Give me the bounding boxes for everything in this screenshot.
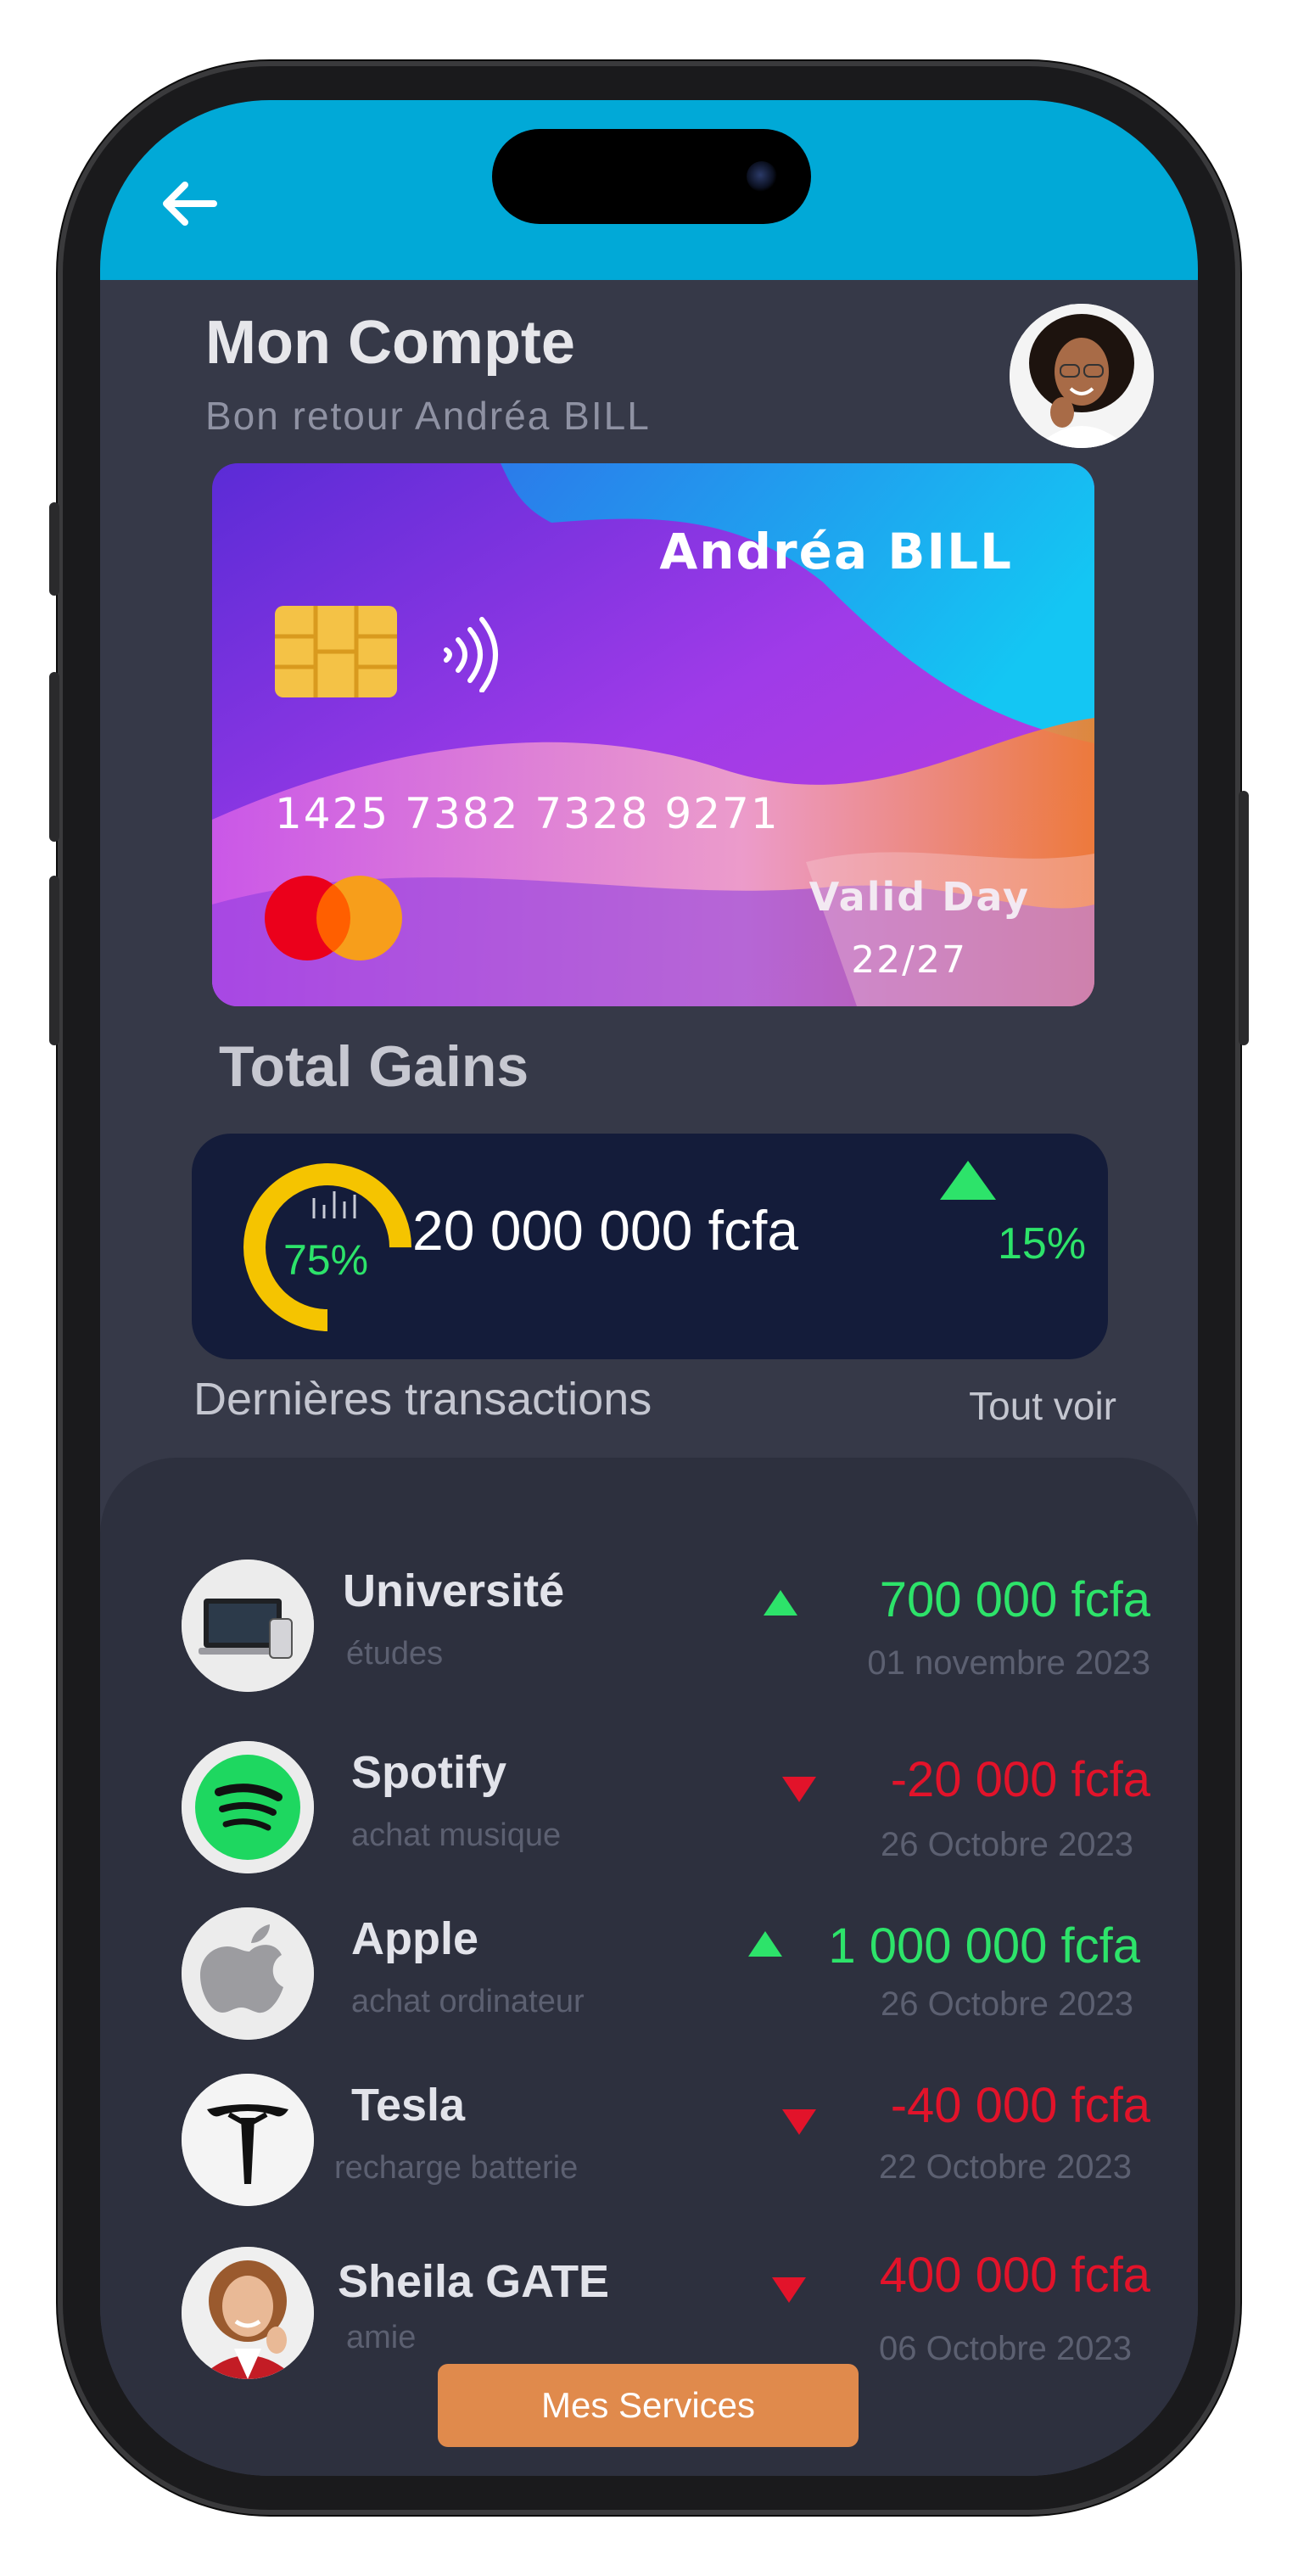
arrow-down-icon	[782, 2109, 816, 2135]
volume-down-button	[49, 876, 59, 1045]
welcome-subtitle: Bon retour Andréa BILL	[205, 394, 651, 438]
contact-avatar	[182, 2247, 314, 2379]
back-arrow-icon[interactable]	[159, 178, 219, 229]
transaction-category: recharge batterie	[334, 2150, 579, 2186]
transaction-date: 22 Octobre 2023	[879, 2148, 1132, 2186]
transaction-name: Apple	[351, 1913, 479, 1964]
page-title: Mon Compte	[205, 309, 575, 377]
transactions-header: Dernières transactions	[193, 1374, 652, 1425]
transaction-date: 26 Octobre 2023	[881, 1826, 1133, 1863]
valid-date: 22/27	[851, 938, 967, 982]
bar-chart-icon	[312, 1191, 356, 1218]
tesla-icon	[182, 2074, 314, 2206]
camera-icon	[747, 161, 777, 192]
laptop-phone-icon	[182, 1560, 314, 1692]
chip-icon	[275, 606, 397, 697]
bank-card[interactable]: Andréa BILL 1425 7382 7328 9271 Valid Da…	[212, 463, 1094, 1006]
power-button	[1239, 791, 1249, 1045]
app-screen: Mon Compte Bon retour Andréa BILL Andréa…	[100, 100, 1198, 2476]
arrow-up-icon	[764, 1590, 797, 1616]
mute-switch	[49, 502, 59, 596]
gains-amount: 20 000 000 fcfa	[412, 1199, 799, 1262]
transaction-name: Sheila GATE	[338, 2256, 610, 2307]
transaction-name: Spotify	[351, 1747, 506, 1798]
transaction-amount: 400 000 fcfa	[879, 2248, 1150, 2303]
arrow-down-icon	[782, 1777, 816, 1802]
services-button[interactable]: Mes Services	[438, 2364, 859, 2447]
arrow-down-icon	[772, 2277, 806, 2303]
gains-panel: 75% 20 000 000 fcfa 15%	[192, 1134, 1108, 1359]
top-bar	[100, 100, 1198, 280]
progress-percent: 75%	[283, 1236, 369, 1284]
transaction-category: achat musique	[351, 1817, 562, 1853]
spotify-icon	[182, 1741, 314, 1873]
transaction-name: Tesla	[351, 2080, 466, 2131]
transaction-category: études	[346, 1636, 444, 1672]
valid-label: Valid Day	[808, 874, 1030, 920]
arrow-up-icon	[748, 1931, 782, 1957]
transaction-date: 06 Octobre 2023	[879, 2330, 1132, 2367]
contactless-icon	[444, 617, 498, 692]
card-holder-name: Andréa BILL	[659, 523, 1013, 580]
volume-up-button	[49, 672, 59, 842]
transaction-row[interactable]: Tesla recharge batterie -40 000 fcfa 22 …	[100, 2074, 1198, 2226]
transaction-row[interactable]: Apple achat ordinateur 1 000 000 fcfa 26…	[100, 1907, 1198, 2060]
dynamic-island	[492, 129, 811, 224]
transaction-category: amie	[346, 2320, 417, 2355]
transaction-row[interactable]: Spotify achat musique -20 000 fcfa 26 Oc…	[100, 1741, 1198, 1894]
card-number: 1425 7382 7328 9271	[275, 789, 780, 838]
transaction-date: 26 Octobre 2023	[881, 1985, 1133, 2023]
transaction-name: Université	[343, 1565, 565, 1616]
see-all-link[interactable]: Tout voir	[969, 1383, 1116, 1429]
transaction-amount: 1 000 000 fcfa	[828, 1918, 1140, 1974]
transaction-category: achat ordinateur	[351, 1984, 585, 2019]
mastercard-logo	[265, 876, 402, 960]
transaction-amount: -20 000 fcfa	[890, 1752, 1150, 1807]
transaction-amount: -40 000 fcfa	[890, 2078, 1150, 2133]
apple-icon	[182, 1907, 314, 2040]
transaction-amount: 700 000 fcfa	[879, 1572, 1150, 1627]
transaction-date: 01 novembre 2023	[867, 1644, 1150, 1682]
user-avatar[interactable]	[1010, 304, 1154, 448]
total-gains-title: Total Gains	[219, 1034, 529, 1099]
gains-change: 15%	[998, 1219, 1087, 1268]
trend-up-icon	[940, 1161, 996, 1200]
transaction-row[interactable]: Université études 700 000 fcfa 01 novemb…	[100, 1560, 1198, 1712]
